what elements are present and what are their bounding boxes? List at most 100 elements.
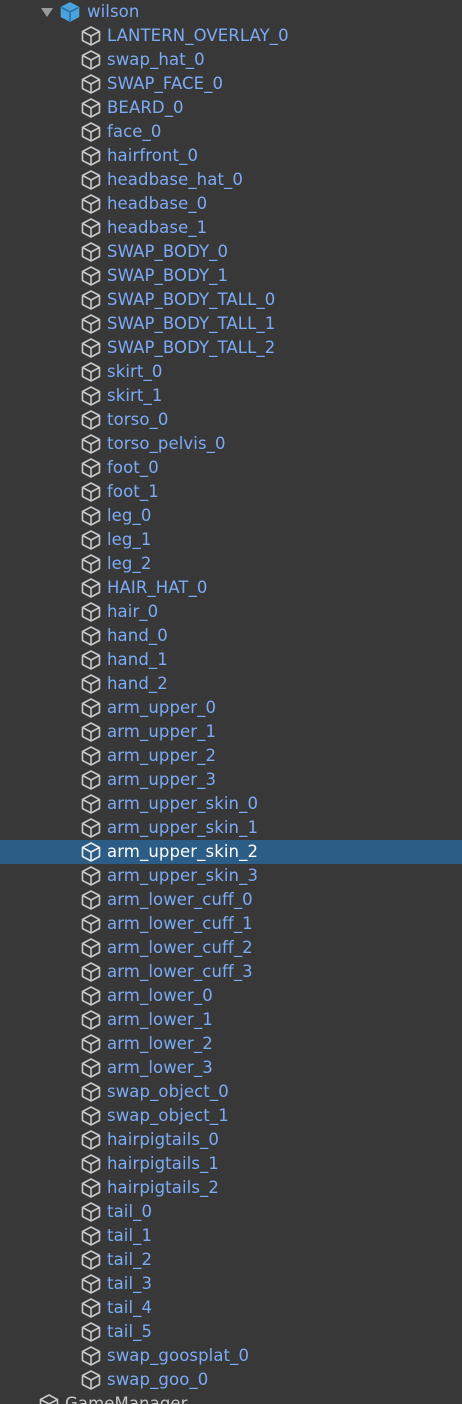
gameobject-cube-icon <box>80 1225 102 1247</box>
gameobject-cube-icon <box>80 1249 102 1271</box>
tree-item[interactable]: arm_lower_3 <box>0 1056 462 1080</box>
tree-item-label: leg_2 <box>107 554 152 573</box>
gameobject-cube-icon <box>80 649 102 671</box>
tree-item[interactable]: foot_1 <box>0 480 462 504</box>
tree-item[interactable]: hand_2 <box>0 672 462 696</box>
gameobject-cube-icon <box>80 289 102 311</box>
tree-item[interactable]: hairfront_0 <box>0 144 462 168</box>
gameobject-cube-icon <box>80 481 102 503</box>
tree-item[interactable]: swap_goosplat_0 <box>0 1344 462 1368</box>
tree-item-wilson[interactable]: wilson <box>0 0 462 24</box>
tree-item[interactable]: arm_upper_1 <box>0 720 462 744</box>
tree-item[interactable]: tail_1 <box>0 1224 462 1248</box>
tree-item[interactable]: tail_0 <box>0 1200 462 1224</box>
tree-item[interactable]: swap_object_0 <box>0 1080 462 1104</box>
tree-item[interactable]: arm_lower_cuff_0 <box>0 888 462 912</box>
gameobject-cube-icon <box>80 1297 102 1319</box>
tree-item[interactable]: skirt_0 <box>0 360 462 384</box>
gameobject-cube-icon <box>80 409 102 431</box>
tree-item[interactable]: swap_hat_0 <box>0 48 462 72</box>
gameobject-cube-icon <box>80 745 102 767</box>
tree-item[interactable]: SWAP_BODY_TALL_2 <box>0 336 462 360</box>
tree-item[interactable]: hair_0 <box>0 600 462 624</box>
gameobject-cube-icon <box>80 1369 102 1391</box>
tree-item[interactable]: SWAP_BODY_0 <box>0 240 462 264</box>
tree-item[interactable]: torso_pelvis_0 <box>0 432 462 456</box>
tree-item[interactable]: leg_1 <box>0 528 462 552</box>
gameobject-cube-icon <box>80 769 102 791</box>
gameobject-cube-icon <box>80 721 102 743</box>
gameobject-cube-icon <box>80 889 102 911</box>
gameobject-cube-icon <box>80 793 102 815</box>
tree-item[interactable]: tail_2 <box>0 1248 462 1272</box>
tree-item-label: LANTERN_OVERLAY_0 <box>107 26 289 45</box>
gameobject-cube-icon <box>80 169 102 191</box>
tree-item[interactable]: headbase_hat_0 <box>0 168 462 192</box>
tree-item[interactable]: headbase_0 <box>0 192 462 216</box>
tree-item[interactable]: SWAP_BODY_TALL_1 <box>0 312 462 336</box>
tree-item[interactable]: arm_upper_3 <box>0 768 462 792</box>
tree-item[interactable]: SWAP_BODY_1 <box>0 264 462 288</box>
gameobject-cube-icon <box>38 1393 60 1404</box>
tree-item-label: hairpigtails_0 <box>107 1130 219 1149</box>
tree-item[interactable]: swap_object_1 <box>0 1104 462 1128</box>
tree-item[interactable]: hand_1 <box>0 648 462 672</box>
tree-item[interactable]: skirt_1 <box>0 384 462 408</box>
tree-item[interactable]: arm_lower_2 <box>0 1032 462 1056</box>
tree-item[interactable]: SWAP_BODY_TALL_0 <box>0 288 462 312</box>
tree-item-label: swap_goo_0 <box>107 1370 209 1389</box>
tree-item[interactable]: hairpigtails_0 <box>0 1128 462 1152</box>
tree-item-gamemanager[interactable]: GameManager <box>0 1392 462 1404</box>
tree-item-label: skirt_0 <box>107 362 163 381</box>
tree-item[interactable]: arm_lower_1 <box>0 1008 462 1032</box>
tree-item[interactable]: arm_upper_skin_2 <box>0 840 462 864</box>
gameobject-cube-icon <box>80 217 102 239</box>
tree-item[interactable]: arm_lower_cuff_2 <box>0 936 462 960</box>
tree-item[interactable]: swap_goo_0 <box>0 1368 462 1392</box>
tree-item-label: hairfront_0 <box>107 146 199 165</box>
tree-item-label: SWAP_BODY_1 <box>107 266 229 285</box>
tree-item-label: GameManager <box>65 1394 188 1404</box>
tree-item[interactable]: arm_lower_cuff_3 <box>0 960 462 984</box>
tree-item[interactable]: arm_upper_skin_3 <box>0 864 462 888</box>
tree-item[interactable]: arm_lower_cuff_1 <box>0 912 462 936</box>
gameobject-cube-icon <box>80 601 102 623</box>
tree-item[interactable]: tail_5 <box>0 1320 462 1344</box>
gameobject-cube-icon <box>80 673 102 695</box>
tree-item-label: arm_upper_2 <box>107 746 217 765</box>
tree-item-label: foot_0 <box>107 458 159 477</box>
gameobject-cube-icon <box>80 73 102 95</box>
gameobject-cube-icon <box>80 433 102 455</box>
hierarchy-panel: wilson LANTERN_OVERLAY_0 swap_hat_0 SWAP_F… <box>0 0 462 1404</box>
tree-item[interactable]: headbase_1 <box>0 216 462 240</box>
tree-item[interactable]: hairpigtails_1 <box>0 1152 462 1176</box>
tree-item-label: arm_upper_3 <box>107 770 217 789</box>
tree-item[interactable]: arm_lower_0 <box>0 984 462 1008</box>
tree-item[interactable]: SWAP_FACE_0 <box>0 72 462 96</box>
tree-item[interactable]: HAIR_HAT_0 <box>0 576 462 600</box>
tree-item-label: torso_0 <box>107 410 169 429</box>
tree-item[interactable]: leg_0 <box>0 504 462 528</box>
tree-item[interactable]: arm_upper_skin_1 <box>0 816 462 840</box>
tree-item[interactable]: torso_0 <box>0 408 462 432</box>
tree-item[interactable]: arm_upper_skin_0 <box>0 792 462 816</box>
gameobject-cube-icon <box>80 25 102 47</box>
tree-item[interactable]: tail_4 <box>0 1296 462 1320</box>
gameobject-cube-icon <box>80 697 102 719</box>
tree-item[interactable]: LANTERN_OVERLAY_0 <box>0 24 462 48</box>
tree-item-label: arm_upper_skin_3 <box>107 866 259 885</box>
tree-item-label: tail_2 <box>107 1250 153 1269</box>
tree-item[interactable]: foot_0 <box>0 456 462 480</box>
tree-item[interactable]: arm_upper_0 <box>0 696 462 720</box>
tree-item[interactable]: tail_3 <box>0 1272 462 1296</box>
foldout-arrow-icon[interactable] <box>40 7 54 19</box>
tree-item[interactable]: hairpigtails_2 <box>0 1176 462 1200</box>
tree-item[interactable]: face_0 <box>0 120 462 144</box>
tree-item[interactable]: arm_upper_2 <box>0 744 462 768</box>
tree-item[interactable]: BEARD_0 <box>0 96 462 120</box>
gameobject-cube-icon <box>80 385 102 407</box>
tree-item[interactable]: hand_0 <box>0 624 462 648</box>
tree-item-label: arm_lower_2 <box>107 1034 213 1053</box>
gameobject-cube-icon <box>80 529 102 551</box>
tree-item[interactable]: leg_2 <box>0 552 462 576</box>
